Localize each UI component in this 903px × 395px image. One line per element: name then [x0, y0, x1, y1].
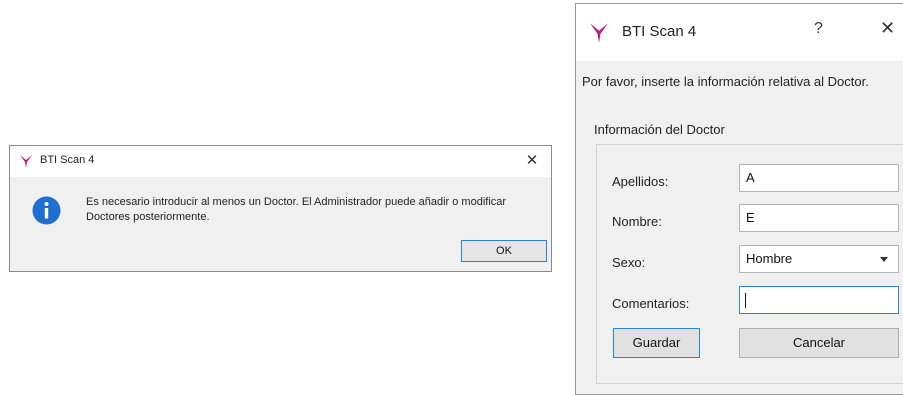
- app-logo-icon: [20, 155, 32, 168]
- info-icon: [32, 196, 61, 225]
- app-logo-icon: [590, 23, 608, 43]
- sexo-label: Sexo:: [612, 255, 646, 270]
- message-text: Es necesario introducir al menos un Doct…: [86, 196, 507, 223]
- apellidos-label: Apellidos:: [612, 174, 669, 189]
- comentarios-label: Comentarios:: [612, 296, 690, 311]
- text-caret: [745, 293, 746, 308]
- doctor-dialog: BTI Scan 4 ? ✕ Por favor, inserte la inf…: [575, 3, 903, 395]
- chevron-down-icon[interactable]: [880, 257, 888, 262]
- section-label: Información del Doctor: [594, 122, 725, 137]
- dialog-title: BTI Scan 4: [622, 23, 697, 40]
- cancel-button[interactable]: Cancelar: [739, 328, 899, 358]
- help-icon[interactable]: ?: [814, 20, 823, 38]
- sexo-select[interactable]: Hombre: [739, 245, 899, 273]
- message-box-titlebar: BTI Scan 4 ✕: [10, 146, 551, 177]
- apellidos-field[interactable]: A: [739, 164, 899, 192]
- dialog-prompt: Por favor, inserte la información relati…: [582, 74, 869, 89]
- sexo-select-value: Hombre: [746, 251, 793, 266]
- dialog-titlebar: BTI Scan 4 ? ✕: [576, 4, 903, 61]
- ok-button[interactable]: OK: [461, 240, 547, 262]
- message-box: BTI Scan 4 ✕ Es necesario introducir al …: [9, 145, 552, 272]
- close-icon[interactable]: ✕: [880, 18, 895, 39]
- nombre-field[interactable]: E: [739, 204, 899, 232]
- nombre-label: Nombre:: [612, 214, 662, 229]
- message-box-title: BTI Scan 4: [40, 154, 95, 166]
- comentarios-field[interactable]: [739, 286, 899, 314]
- save-button[interactable]: Guardar: [613, 328, 700, 358]
- close-icon[interactable]: ✕: [519, 148, 545, 174]
